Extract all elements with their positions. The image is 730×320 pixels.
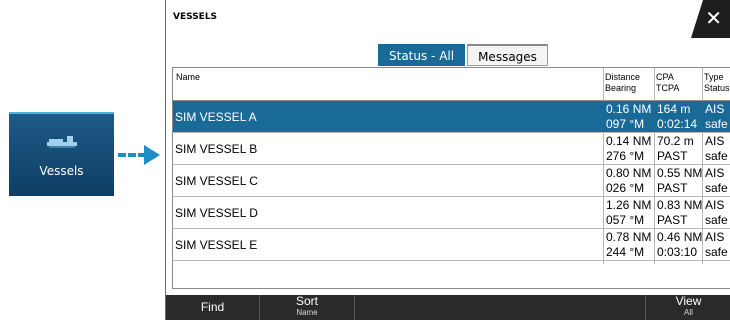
distance-value: 0.80 NM bbox=[606, 166, 652, 180]
cpa-value: 164 m bbox=[657, 102, 691, 116]
view-label: View bbox=[675, 294, 702, 308]
view-value: All bbox=[684, 308, 693, 317]
column-header-type: Type bbox=[704, 72, 724, 82]
vessel-table: Name Distance Bearing CPA TCPA Type Stat… bbox=[172, 67, 730, 289]
tcpa-value: 0:03:10 bbox=[657, 245, 698, 259]
distance-value: 1.26 NM bbox=[606, 198, 652, 212]
cpa-tcpa-cell: 70.2 m PAST bbox=[657, 134, 694, 164]
ship-icon bbox=[47, 136, 77, 148]
distance-value: 0.14 NM bbox=[606, 134, 652, 148]
vessels-tile[interactable]: Vessels bbox=[9, 112, 114, 196]
table-row-vessel-b[interactable]: SIM VESSEL B 0.14 NM 276 °M 70.2 m PAST AI… bbox=[173, 133, 730, 165]
column-header-type-status[interactable]: Type Status bbox=[704, 72, 730, 94]
cpa-tcpa-cell: 0.55 NM PAST bbox=[657, 166, 702, 196]
cpa-value: 0.46 NM bbox=[657, 230, 703, 244]
column-header-bearing: Bearing bbox=[605, 83, 637, 93]
distance-value: 0.16 NM bbox=[606, 102, 652, 116]
vessel-name: SIM VESSEL B bbox=[175, 142, 258, 156]
find-button[interactable]: Find bbox=[166, 295, 259, 320]
column-header-tcpa: TCPA bbox=[656, 83, 680, 93]
vessel-name: SIM VESSEL A bbox=[175, 110, 257, 124]
type-value: AIS bbox=[705, 102, 725, 116]
close-icon: ✕ bbox=[705, 6, 722, 30]
tcpa-value: PAST bbox=[657, 213, 688, 227]
dialog-title: VESSELS bbox=[173, 12, 218, 22]
distance-bearing-cell: 0.14 NM 276 °M bbox=[606, 134, 651, 164]
status-value: safe bbox=[705, 245, 728, 259]
type-status-cell: AIS safe bbox=[705, 102, 728, 132]
distance-bearing-cell: 1.26 NM 057 °M bbox=[606, 198, 651, 228]
distance-bearing-cell: 0.16 NM 097 °M bbox=[606, 102, 651, 132]
bearing-value: 276 °M bbox=[606, 149, 645, 163]
tcpa-value: 0:02:14 bbox=[657, 117, 698, 131]
type-status-cell: AIS safe bbox=[705, 166, 728, 196]
column-header-distance: Distance bbox=[605, 72, 641, 82]
type-status-cell: AIS safe bbox=[705, 198, 728, 228]
bearing-value: 057 °M bbox=[606, 213, 645, 227]
cpa-value: 0.55 NM bbox=[657, 166, 703, 180]
vessels-tile-label: Vessels bbox=[39, 164, 84, 178]
table-row-vessel-c[interactable]: SIM VESSEL C 0.80 NM 026 °M 0.55 NM PAST A… bbox=[173, 165, 730, 197]
type-status-cell: AIS safe bbox=[705, 134, 728, 164]
vessel-name: SIM VESSEL E bbox=[175, 238, 258, 252]
tab-status-all[interactable]: Status - All bbox=[378, 44, 466, 66]
vessel-name: SIM VESSEL C bbox=[175, 174, 258, 188]
type-value: AIS bbox=[705, 134, 725, 148]
type-value: AIS bbox=[705, 198, 725, 212]
sort-button[interactable]: Sort Name bbox=[260, 295, 354, 320]
table-row-vessel-e[interactable]: SIM VESSEL E 0.78 NM 244 °M 0.46 NM 0:03:1… bbox=[173, 229, 730, 261]
status-value: safe bbox=[705, 149, 728, 163]
status-value: safe bbox=[705, 117, 728, 131]
cpa-tcpa-cell: 164 m 0:02:14 bbox=[657, 102, 697, 132]
cpa-value: 70.2 m bbox=[657, 134, 694, 148]
vessel-name: SIM VESSEL D bbox=[175, 206, 258, 220]
sort-label: Sort bbox=[295, 294, 318, 308]
table-row-vessel-a[interactable]: SIM VESSEL A 0.16 NM 097 °M 164 m 0:02:14 … bbox=[173, 101, 730, 133]
column-header-cpa: CPA bbox=[656, 72, 674, 82]
footer-bar: Find Sort Name View All bbox=[166, 295, 730, 320]
status-value: safe bbox=[705, 213, 728, 227]
bearing-value: 244 °M bbox=[606, 245, 645, 259]
footer-divider bbox=[354, 295, 355, 320]
find-label: Find bbox=[200, 300, 225, 314]
distance-bearing-cell: 0.80 NM 026 °M bbox=[606, 166, 651, 196]
view-button[interactable]: View All bbox=[646, 295, 730, 320]
tcpa-value: PAST bbox=[657, 149, 688, 163]
distance-bearing-cell: 0.78 NM 244 °M bbox=[606, 230, 651, 260]
cpa-tcpa-cell: 0.83 NM PAST bbox=[657, 198, 702, 228]
type-value: AIS bbox=[705, 230, 725, 244]
cpa-tcpa-cell: 0.46 NM 0:03:10 bbox=[657, 230, 702, 260]
type-status-cell: AIS safe bbox=[705, 230, 728, 260]
vessels-dialog: VESSELS ✕ Status - All Messages Name Dis… bbox=[165, 0, 730, 320]
tab-messages[interactable]: Messages bbox=[467, 44, 548, 66]
tcpa-value: PAST bbox=[657, 181, 688, 195]
arrow-right-icon bbox=[118, 145, 160, 165]
status-value: safe bbox=[705, 181, 728, 195]
distance-value: 0.78 NM bbox=[606, 230, 652, 244]
table-header: Name Distance Bearing CPA TCPA Type Stat… bbox=[173, 68, 730, 101]
table-row-vessel-d[interactable]: SIM VESSEL D 1.26 NM 057 °M 0.83 NM PAST A… bbox=[173, 197, 730, 229]
cpa-value: 0.83 NM bbox=[657, 198, 703, 212]
type-value: AIS bbox=[705, 166, 725, 180]
close-button[interactable]: ✕ bbox=[691, 0, 730, 38]
bearing-value: 097 °M bbox=[606, 117, 645, 131]
title-bar: VESSELS ✕ bbox=[166, 0, 730, 38]
bearing-value: 026 °M bbox=[606, 181, 645, 195]
column-header-cpa-tcpa[interactable]: CPA TCPA bbox=[656, 72, 679, 94]
column-header-name[interactable]: Name bbox=[176, 72, 200, 83]
sort-value: Name bbox=[296, 308, 318, 317]
tab-bar: Status - All Messages bbox=[378, 44, 548, 66]
column-header-status: Status bbox=[704, 83, 730, 93]
column-header-distance-bearing[interactable]: Distance Bearing bbox=[605, 72, 640, 94]
